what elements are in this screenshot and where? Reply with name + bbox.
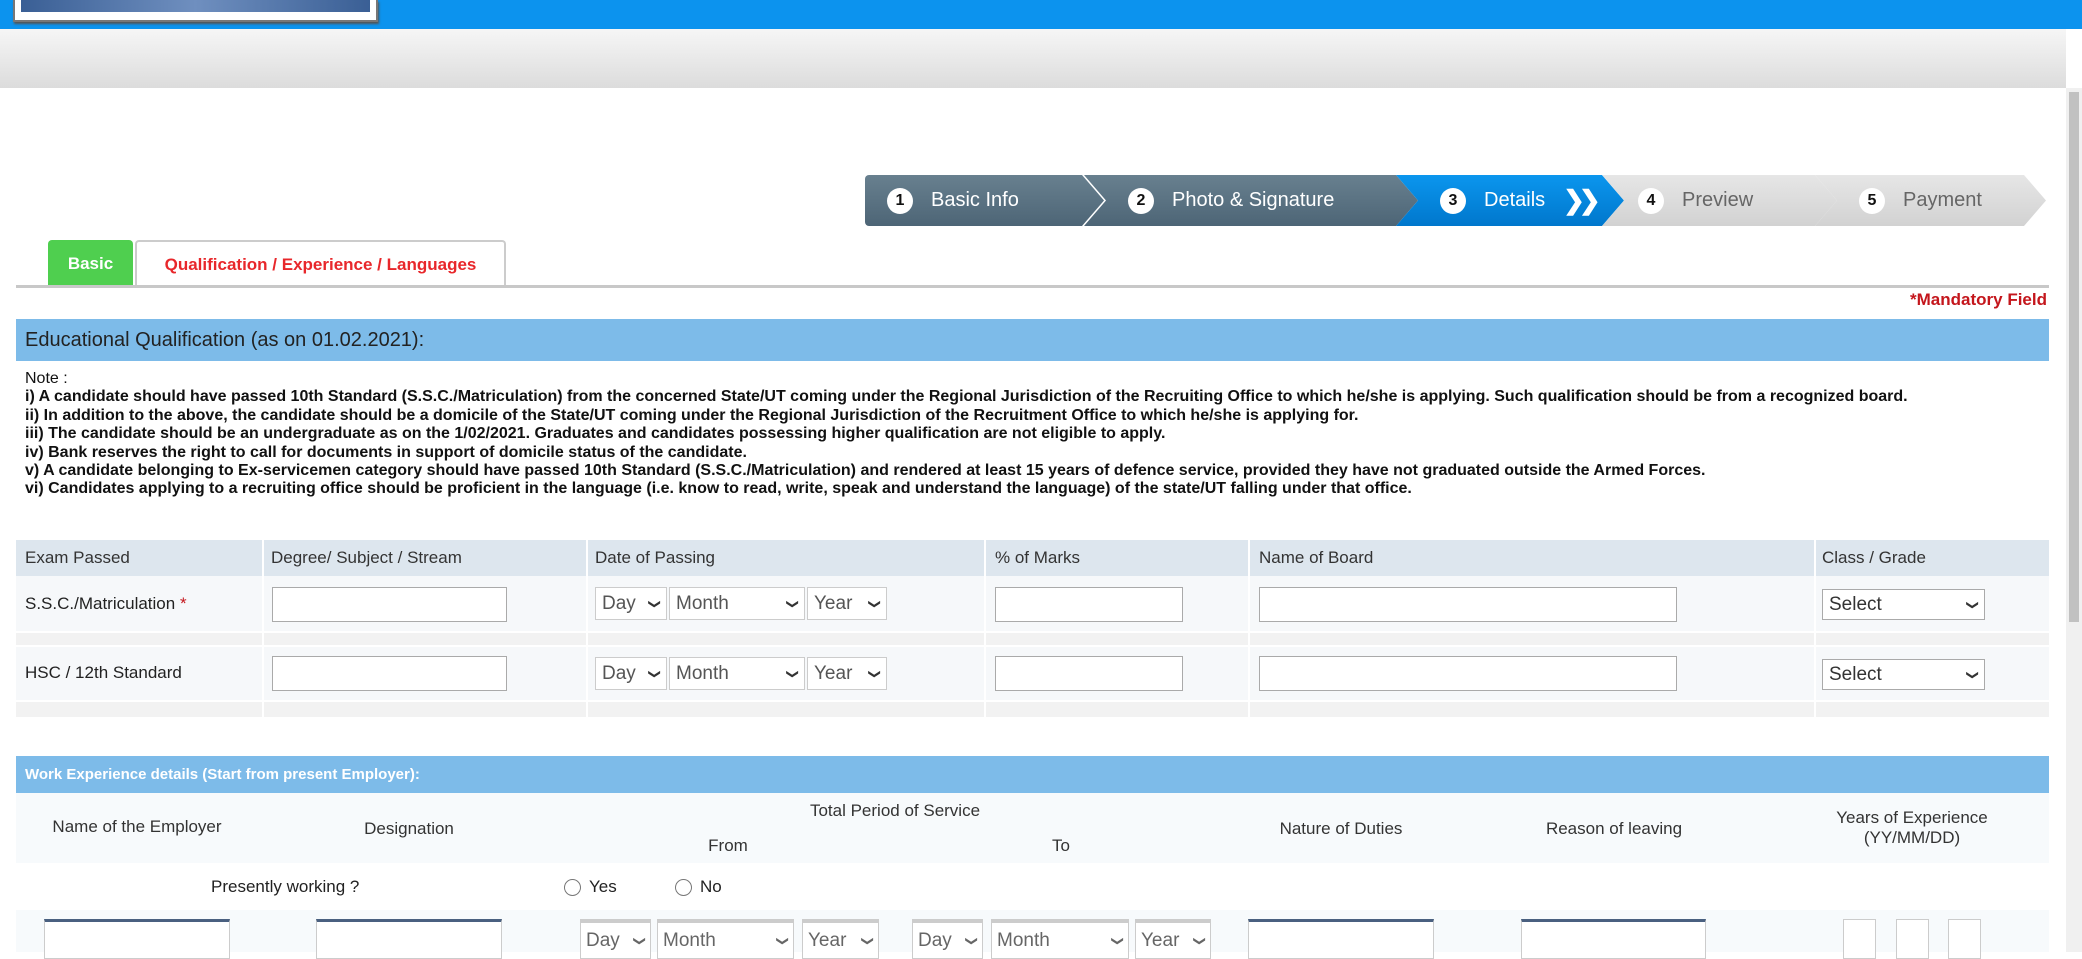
tab-qualification[interactable]: Qualification / Experience / Languages <box>135 240 506 287</box>
radio-icon[interactable] <box>675 879 692 897</box>
presently-working-label: Presently working ? <box>211 877 360 896</box>
work-section-header: Work Experience details (Start from pres… <box>16 756 2049 793</box>
step-details[interactable]: 3 Details ❯❯ <box>1396 175 1624 226</box>
chevron-down-icon: ❯ <box>867 598 882 609</box>
scrollbar-thumb[interactable] <box>2069 92 2079 622</box>
duties-input[interactable] <box>1248 919 1434 959</box>
presently-working-yes[interactable]: Yes <box>564 877 617 897</box>
divider <box>262 540 264 717</box>
hsc-grade-select[interactable]: Select ❯ <box>1822 659 1985 690</box>
col-employer: Name of the Employer <box>52 817 222 836</box>
col-from: From <box>708 836 748 855</box>
from-day-select[interactable]: Day ❯ <box>580 919 651 959</box>
double-chevron-icon: ❯❯ <box>1563 185 1595 215</box>
reason-input[interactable] <box>1521 919 1706 959</box>
presently-working-no[interactable]: No <box>675 877 722 897</box>
exam-label: HSC / 12th Standard <box>25 663 182 682</box>
ssc-board-input[interactable] <box>1259 587 1677 622</box>
col-reason: Reason of leaving <box>1545 819 1683 838</box>
years-dd-input[interactable] <box>1948 919 1981 959</box>
employer-input[interactable] <box>44 919 230 959</box>
col-grade: Class / Grade <box>1822 548 1926 567</box>
hsc-day-select[interactable]: Day ❯ <box>595 657 667 690</box>
row-spacer <box>16 633 2049 645</box>
step-payment[interactable]: 5 Payment <box>1815 175 2046 226</box>
ssc-year-select[interactable]: Year ❯ <box>807 587 887 620</box>
chevron-down-icon: ❯ <box>1965 599 1980 610</box>
col-board: Name of Board <box>1259 548 1374 567</box>
chevron-down-icon: ❯ <box>647 668 662 679</box>
ssc-day-select[interactable]: Day ❯ <box>595 587 667 620</box>
divider <box>1814 540 1816 717</box>
from-month-select[interactable]: Month ❯ <box>657 919 794 959</box>
col-date-passing: Date of Passing <box>595 548 716 567</box>
mandatory-note: *Mandatory Field <box>1910 290 2047 309</box>
col-to: To <box>1052 836 1070 855</box>
hsc-board-input[interactable] <box>1259 656 1677 691</box>
chevron-down-icon: ❯ <box>860 935 875 946</box>
chevron-down-icon: ❯ <box>632 935 647 946</box>
chevron-down-icon: ❯ <box>785 598 800 609</box>
hsc-degree-input[interactable] <box>272 656 507 691</box>
col-years: Years of Experience (YY/MM/DD) <box>1836 808 1988 847</box>
from-year-select[interactable]: Year ❯ <box>802 919 879 959</box>
hsc-year-select[interactable]: Year ❯ <box>807 657 887 690</box>
divider <box>1248 540 1250 717</box>
chevron-down-icon: ❯ <box>1110 935 1125 946</box>
chevron-down-icon: ❯ <box>867 668 882 679</box>
step-photo-signature[interactable]: 2 Photo & Signature <box>1084 175 1418 226</box>
chevron-down-icon: ❯ <box>775 935 790 946</box>
col-designation: Designation <box>364 819 454 838</box>
chevron-down-icon: ❯ <box>647 598 662 609</box>
to-day-select[interactable]: Day ❯ <box>912 919 983 959</box>
col-marks: % of Marks <box>995 548 1081 567</box>
chevron-down-icon: ❯ <box>785 668 800 679</box>
logo <box>13 0 378 22</box>
education-notes: Note : i) A candidate should have passed… <box>25 370 1908 498</box>
radio-icon[interactable] <box>564 879 581 897</box>
hsc-month-select[interactable]: Month ❯ <box>669 657 805 690</box>
exam-label: S.S.C./Matriculation * <box>25 594 187 613</box>
ssc-marks-input[interactable] <box>995 587 1183 622</box>
step-basic-info[interactable]: 1 Basic Info <box>865 175 1104 226</box>
nav-band <box>0 29 2066 88</box>
tab-basic[interactable]: Basic <box>48 240 133 287</box>
hsc-marks-input[interactable] <box>995 656 1183 691</box>
col-period: Total Period of Service <box>809 801 981 820</box>
row-spacer <box>16 702 2049 717</box>
chevron-down-icon: ❯ <box>1192 935 1207 946</box>
divider <box>586 540 588 717</box>
chevron-down-icon: ❯ <box>964 935 979 946</box>
col-duties: Nature of Duties <box>1279 819 1403 838</box>
education-section-header: Educational Qualification (as on 01.02.2… <box>16 319 2049 361</box>
years-mm-input[interactable] <box>1896 919 1929 959</box>
ssc-month-select[interactable]: Month ❯ <box>669 587 805 620</box>
designation-input[interactable] <box>316 919 502 959</box>
step-preview[interactable]: 4 Preview <box>1602 175 1837 226</box>
to-month-select[interactable]: Month ❯ <box>991 919 1129 959</box>
ssc-grade-select[interactable]: Select ❯ <box>1822 589 1985 620</box>
chevron-down-icon: ❯ <box>1965 669 1980 680</box>
years-yy-input[interactable] <box>1843 919 1876 959</box>
divider <box>984 540 986 717</box>
col-exam-passed: Exam Passed <box>25 548 130 567</box>
col-degree: Degree/ Subject / Stream <box>271 548 462 567</box>
ssc-degree-input[interactable] <box>272 587 507 622</box>
to-year-select[interactable]: Year ❯ <box>1135 919 1211 959</box>
tab-divider <box>16 285 2049 288</box>
